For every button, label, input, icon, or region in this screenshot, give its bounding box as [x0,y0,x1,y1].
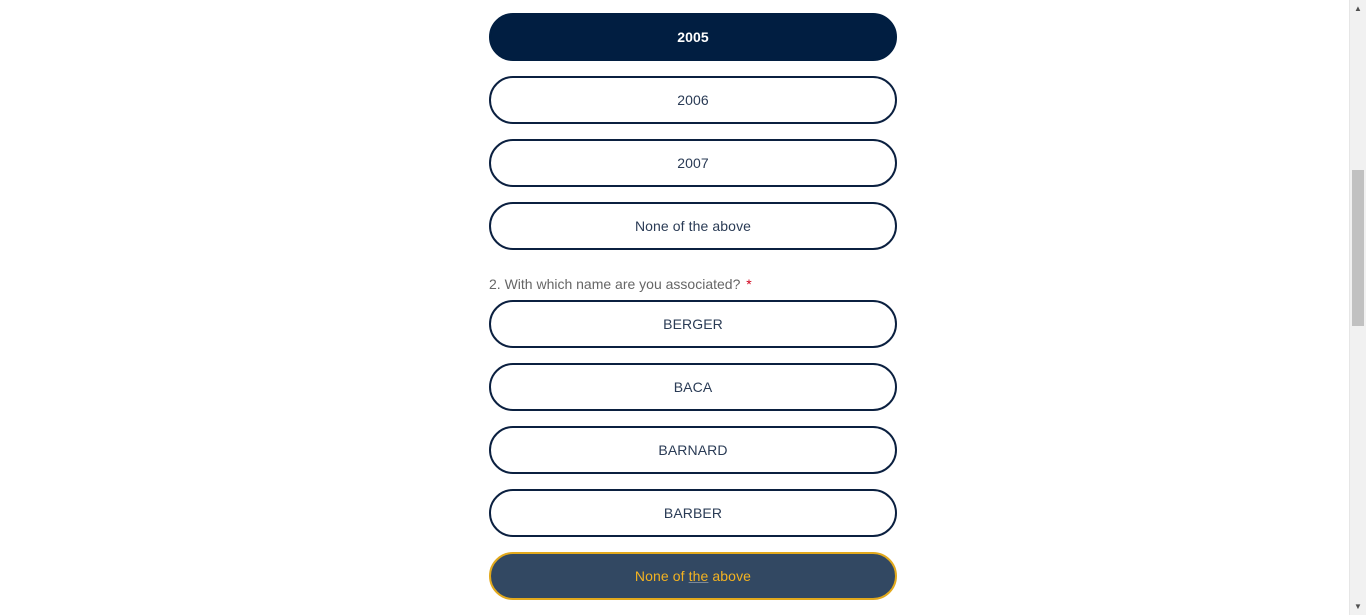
scroll-up-arrow-icon[interactable]: ▲ [1350,0,1366,17]
option-baca[interactable]: BACA [489,363,897,411]
option-berger[interactable]: BERGER [489,300,897,348]
option-barber[interactable]: BARBER [489,489,897,537]
option-label: None of the above [635,568,751,584]
option-label: None of the above [634,218,752,234]
question2-text: 2. With which name are you associated? * [489,275,897,293]
survey-content: 2005 2006 2007 None of the above 2. With… [489,13,897,615]
option-label: 2006 [677,92,709,108]
option-2007[interactable]: 2007 [489,139,897,187]
option-2005[interactable]: 2005 [489,13,897,61]
question1-options: 2005 2006 2007 None of the above [489,13,897,250]
label-part: None of [634,568,689,584]
option-none-of-the-above-q2[interactable]: None of the above [489,552,897,600]
label-part-underlined: the [688,568,709,584]
scroll-thumb[interactable] [1352,170,1364,326]
option-label: BACA [673,379,713,395]
label-part: above [708,568,752,584]
question-label: 2. With which name are you associated? [489,276,741,292]
option-label: 2007 [677,155,709,171]
page: 2005 2006 2007 None of the above 2. With… [0,0,1366,615]
vertical-scrollbar[interactable]: ▲ ▼ [1349,0,1366,615]
option-label: 2005 [677,29,709,45]
option-2006[interactable]: 2006 [489,76,897,124]
option-label: BERGER [663,316,723,332]
option-label: BARNARD [658,442,728,458]
option-none-of-the-above-q1[interactable]: None of the above [489,202,897,250]
question2-options: BERGER BACA BARNARD BARBER None of the a… [489,300,897,600]
scroll-down-arrow-icon[interactable]: ▼ [1350,598,1366,615]
option-barnard[interactable]: BARNARD [489,426,897,474]
option-label: BARBER [663,505,723,521]
required-asterisk: * [746,276,752,292]
